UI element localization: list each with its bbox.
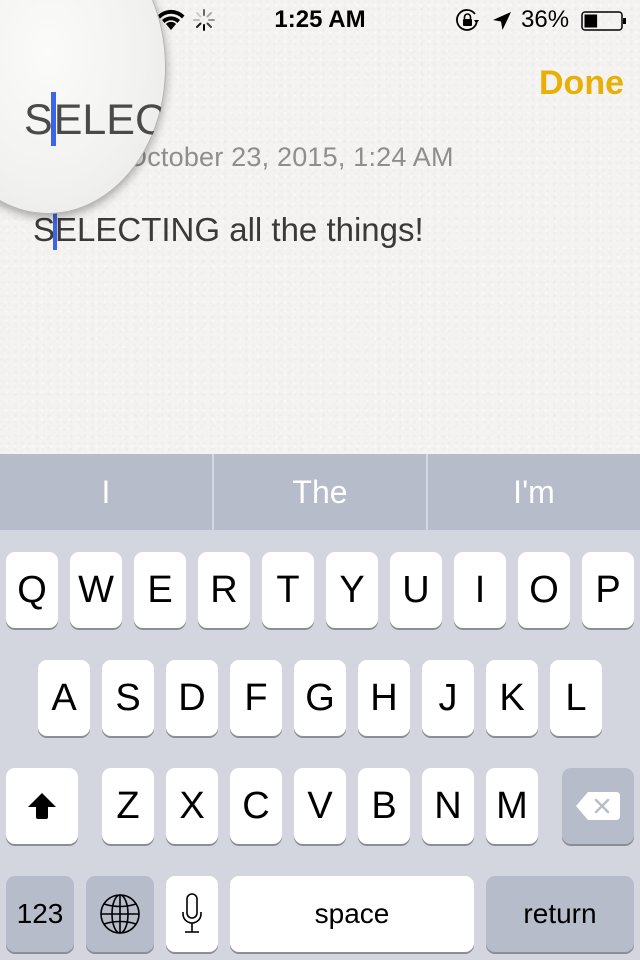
key-w[interactable]: W [70,552,122,628]
battery-percent: 36% [521,6,570,33]
delete-key[interactable] [562,768,634,844]
key-i[interactable]: I [454,552,506,628]
key-j[interactable]: J [422,660,474,736]
key-e[interactable]: E [134,552,186,628]
key-o[interactable]: O [518,552,570,628]
key-v[interactable]: V [294,768,346,844]
done-button[interactable]: Done [539,64,624,103]
key-l[interactable]: L [550,660,602,736]
keyboard: I The I'm QWERTYUIOP ASDFGHJKL ZXCVBNM 1… [0,454,640,960]
battery-icon [581,11,626,31]
dictation-key[interactable] [166,876,218,952]
key-c[interactable]: C [230,768,282,844]
text-caret [53,210,58,250]
key-x[interactable]: X [166,768,218,844]
note-date: October 23, 2015, 1:24 AM [126,142,454,172]
return-key[interactable]: return [486,876,634,952]
key-a[interactable]: A [38,660,90,736]
key-p[interactable]: P [582,552,634,628]
note-text-before-caret: S [33,211,56,248]
magnified-text-before: S [24,96,53,144]
key-m[interactable]: M [486,768,538,844]
numbers-key[interactable]: 123 [6,876,74,952]
suggestion-item[interactable]: I [0,454,214,530]
suggestion-item[interactable]: I'm [428,454,640,530]
key-b[interactable]: B [358,768,410,844]
key-k[interactable]: K [486,660,538,736]
key-u[interactable]: U [390,552,442,628]
globe-icon [100,894,140,934]
microphone-icon [182,893,202,933]
rotation-lock-icon [456,9,479,31]
location-arrow-icon [493,12,511,30]
key-n[interactable]: N [422,768,474,844]
note-text-after-caret: ELECTING all the things! [55,211,424,248]
key-h[interactable]: H [358,660,410,736]
key-r[interactable]: R [198,552,250,628]
battery-fill [584,14,598,28]
shift-key[interactable] [6,768,78,844]
suggestion-item[interactable]: The [214,454,428,530]
magnified-text: SELECT [24,92,166,146]
shift-arrow-icon [28,793,56,819]
key-q[interactable]: Q [6,552,58,628]
key-s[interactable]: S [102,660,154,736]
key-d[interactable]: D [166,660,218,736]
quicktype-suggestions-bar: I The I'm [0,454,640,530]
magnified-text-after: ELECT [53,96,166,144]
space-key[interactable]: space [230,876,474,952]
note-body-text[interactable]: SELECTING all the things! [33,210,424,250]
key-z[interactable]: Z [102,768,154,844]
key-g[interactable]: G [294,660,346,736]
key-y[interactable]: Y [326,552,378,628]
globe-key[interactable] [86,876,154,952]
key-f[interactable]: F [230,660,282,736]
key-t[interactable]: T [262,552,314,628]
backspace-icon [576,792,620,820]
